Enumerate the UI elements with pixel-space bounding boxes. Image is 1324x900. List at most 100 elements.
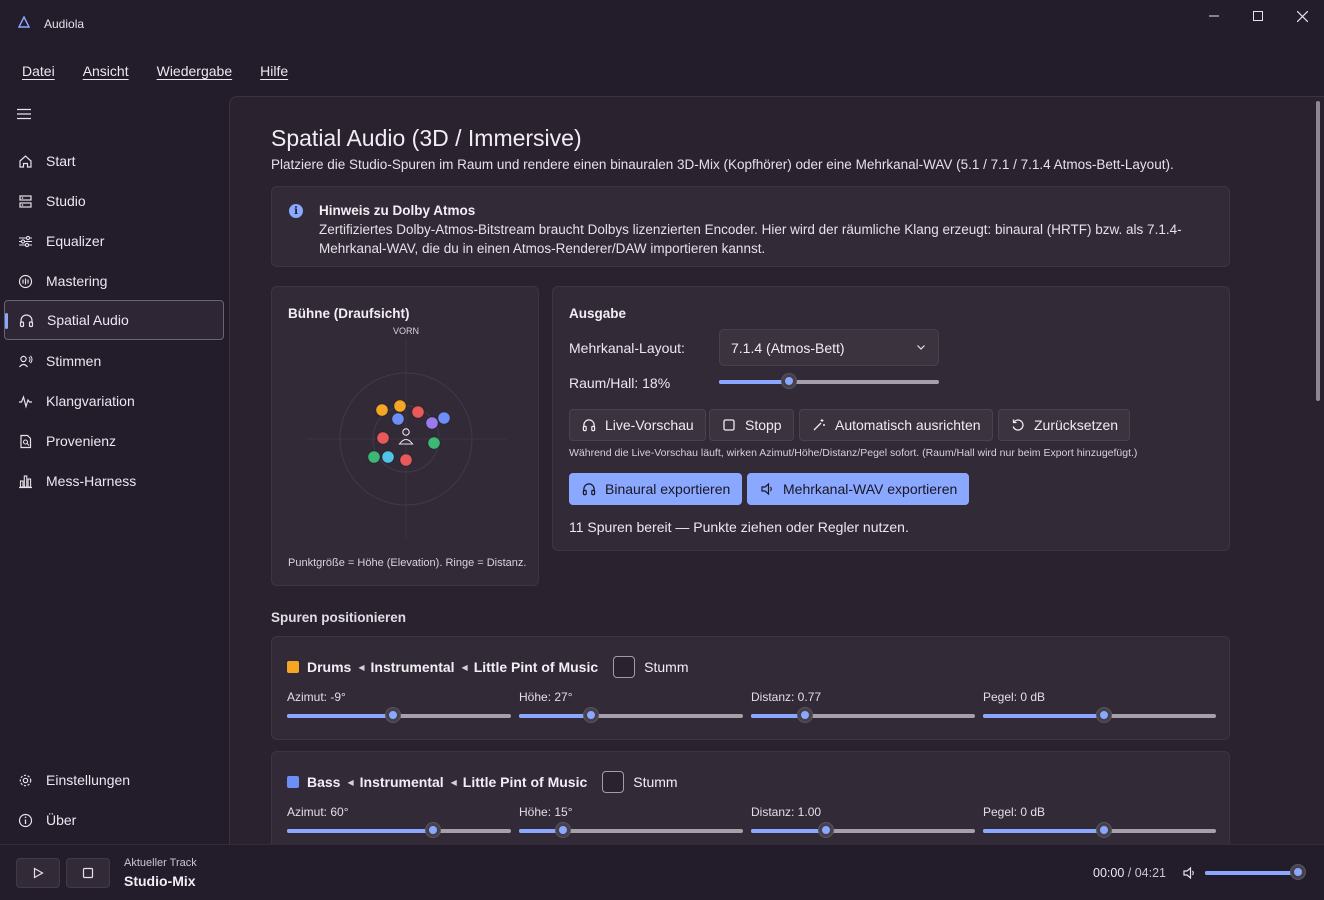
slider-thumb[interactable] <box>819 823 833 837</box>
slider-thumb[interactable] <box>1097 708 1111 722</box>
stage-track-dot[interactable] <box>376 431 390 445</box>
reverb-slider[interactable] <box>719 374 939 390</box>
volume-slider[interactable] <box>1205 865 1305 881</box>
azimut-slider[interactable] <box>287 708 511 724</box>
export-multichannel-label: Mehrkanal-WAV exportieren <box>783 481 958 497</box>
track-name: Drums <box>307 659 352 675</box>
reset-icon <box>1010 417 1026 433</box>
sidebar-item-label: Mastering <box>46 273 108 289</box>
stage-caption: Punktgröße = Höhe (Elevation). Ringe = D… <box>288 557 527 569</box>
play-icon <box>33 867 44 879</box>
sidebar-item-mastering[interactable]: Mastering <box>4 261 224 301</box>
stage-track-dot[interactable] <box>399 453 413 467</box>
time-separator: / <box>1124 866 1135 880</box>
azimut-slider[interactable] <box>287 823 511 839</box>
close-icon <box>1296 10 1308 22</box>
stage-track-dot[interactable] <box>381 450 395 464</box>
pegel-slider[interactable] <box>983 823 1216 839</box>
active-indicator <box>5 313 8 329</box>
pegel-slider[interactable] <box>983 708 1216 724</box>
stage-track-dot[interactable] <box>391 412 405 426</box>
tracks-section-title: Spuren positionieren <box>271 610 407 625</box>
sidebar-item-klangvariation[interactable]: Klangvariation <box>4 381 224 421</box>
sidebar-item-start[interactable]: Start <box>4 141 224 181</box>
mute-checkbox[interactable] <box>613 656 636 678</box>
play-button[interactable] <box>16 858 60 888</box>
layout-select-value: 7.1.4 (Atmos-Bett) <box>731 340 845 356</box>
now-playing-title: Studio-Mix <box>124 873 196 889</box>
scrollbar-thumb[interactable] <box>1316 101 1320 401</box>
info-text: Zertifiziertes Dolby-Atmos-Bitstream bra… <box>319 222 1182 256</box>
stage-track-dot[interactable] <box>367 450 381 464</box>
stage-track-dot[interactable] <box>393 399 407 413</box>
menu-wiedergabe[interactable]: Wiedergabe <box>143 56 247 88</box>
minimize-icon <box>1209 15 1219 17</box>
duration: 04:21 <box>1134 866 1166 880</box>
stage-view[interactable]: VORN <box>272 323 540 553</box>
track-song: Little Pint of Music <box>473 659 599 675</box>
reverb-slider-thumb[interactable] <box>782 374 796 388</box>
distanz-label: Distanz: 0.77 <box>751 690 822 704</box>
info-icon <box>17 812 33 828</box>
menu-datei[interactable]: Datei <box>8 56 69 88</box>
export-binaural-button[interactable]: Binaural exportieren <box>569 473 743 505</box>
sidebar-item-equalizer[interactable]: Equalizer <box>4 221 224 261</box>
close-button[interactable] <box>1280 0 1324 32</box>
volume-icon[interactable] <box>1182 866 1196 880</box>
preview-hint: Während die Live-Vorschau läuft, wirken … <box>569 447 1138 459</box>
stage-track-dot[interactable] <box>427 436 441 450</box>
speaker-icon <box>759 481 775 497</box>
track-group: Instrumental <box>359 774 444 790</box>
minimize-button[interactable] <box>1192 0 1236 32</box>
azimut-label: Azimut: -9° <box>287 690 346 704</box>
export-binaural-label: Binaural exportieren <box>605 481 731 497</box>
stage-track-dot[interactable] <box>411 405 425 419</box>
menu-hilfe[interactable]: Hilfe <box>246 56 302 88</box>
menu-bar: Datei Ansicht Wiedergabe Hilfe <box>8 56 302 88</box>
hoehe-label: Höhe: 27° <box>519 690 573 704</box>
headphones-icon <box>18 312 34 328</box>
reset-button[interactable]: Zurücksetzen <box>998 409 1131 441</box>
volume-slider-thumb[interactable] <box>1291 865 1305 879</box>
app-logo-icon <box>18 16 30 28</box>
track-name: Bass <box>307 774 341 790</box>
layout-select[interactable]: 7.1.4 (Atmos-Bett) <box>719 329 939 366</box>
sidebar-item-provenienz[interactable]: Provenienz <box>4 421 224 461</box>
live-preview-button[interactable]: Live-Vorschau <box>569 409 706 441</box>
sidebar-item-studio[interactable]: Studio <box>4 181 224 221</box>
stage-card: Bühne (Draufsicht) VORN Punktgröße = Höh… <box>271 286 539 586</box>
maximize-button[interactable] <box>1236 0 1280 32</box>
track-song: Little Pint of Music <box>462 774 588 790</box>
hamburger-menu-icon[interactable] <box>16 108 32 120</box>
sidebar-item-stimmen[interactable]: Stimmen <box>4 341 224 381</box>
auto-align-button[interactable]: Automatisch ausrichten <box>799 409 993 441</box>
azimut-label: Azimut: 60° <box>287 805 349 819</box>
equalizer-icon <box>17 233 33 249</box>
stop-playback-button[interactable] <box>66 858 110 888</box>
distanz-slider[interactable] <box>751 708 975 724</box>
hoehe-slider[interactable] <box>519 708 743 724</box>
mute-checkbox[interactable] <box>602 771 625 793</box>
sidebar-item-ueber[interactable]: Über <box>4 800 224 840</box>
slider-thumb[interactable] <box>584 708 598 722</box>
slider-thumb[interactable] <box>556 823 570 837</box>
hoehe-slider[interactable] <box>519 823 743 839</box>
export-multichannel-button[interactable]: Mehrkanal-WAV exportieren <box>747 473 970 505</box>
stop-button[interactable]: Stopp <box>709 409 794 441</box>
scrollbar[interactable] <box>1316 101 1320 841</box>
sidebar-item-spatial-audio[interactable]: Spatial Audio <box>4 300 224 340</box>
info-bar: i Hinweis zu Dolby Atmos Zertifiziertes … <box>271 186 1230 267</box>
menu-ansicht[interactable]: Ansicht <box>69 56 143 88</box>
sidebar-item-einstellungen[interactable]: Einstellungen <box>4 760 224 800</box>
stop-icon <box>721 417 737 433</box>
slider-thumb[interactable] <box>426 823 440 837</box>
slider-thumb[interactable] <box>798 708 812 722</box>
sidebar-item-mess-harness[interactable]: Mess-Harness <box>4 461 224 501</box>
stage-track-dot[interactable] <box>425 416 439 430</box>
stage-track-dot[interactable] <box>437 411 451 425</box>
distanz-slider[interactable] <box>751 823 975 839</box>
slider-thumb[interactable] <box>386 708 400 722</box>
stage-track-dot[interactable] <box>375 403 389 417</box>
voices-icon <box>17 353 33 369</box>
slider-thumb[interactable] <box>1097 823 1111 837</box>
